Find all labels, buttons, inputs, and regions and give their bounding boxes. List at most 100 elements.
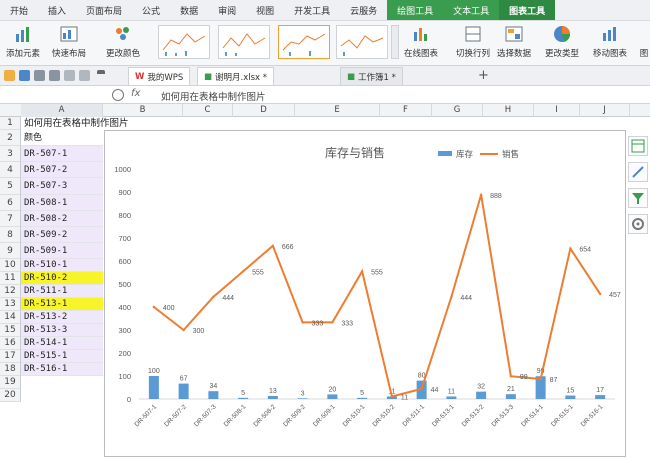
cell-a14[interactable]: DR-513-2 <box>21 311 103 324</box>
cell-a12[interactable]: DR-511-1 <box>21 285 103 298</box>
column-header-j[interactable]: J <box>580 104 630 117</box>
x-tick-label-7: DR-510-1 <box>342 403 367 428</box>
row-header-1[interactable]: 1 <box>0 117 21 130</box>
chart-style-brush-button[interactable] <box>628 162 648 182</box>
chart-style-thumb-1[interactable] <box>158 25 210 59</box>
line-point-15 <box>598 292 602 296</box>
more-ribbon-button[interactable]: 图 <box>638 24 650 59</box>
column-header-c[interactable]: C <box>183 104 233 117</box>
move-chart-button[interactable]: 移动图表 <box>593 24 627 59</box>
menu-tab-0[interactable]: 开始 <box>0 0 38 20</box>
menu-tab-1[interactable]: 插入 <box>38 0 76 20</box>
cell-a10[interactable]: DR-510-1 <box>21 259 103 272</box>
row-header-19[interactable]: 19 <box>0 376 21 389</box>
undo-icon[interactable] <box>64 70 75 81</box>
cell-a13[interactable]: DR-513-1 <box>21 298 103 311</box>
cell-a6[interactable]: DR-508-1 <box>21 195 103 211</box>
row-header-13[interactable]: 13 <box>0 298 21 311</box>
row-header-10[interactable]: 10 <box>0 259 21 272</box>
row-header-11[interactable]: 11 <box>0 272 21 285</box>
chart-style-thumb-3[interactable] <box>278 25 330 59</box>
zoom-icon[interactable] <box>112 89 124 101</box>
menu-tab-4[interactable]: 数据 <box>170 0 208 20</box>
row-header-3[interactable]: 3 <box>0 146 21 162</box>
cell-a1[interactable]: 如何用在表格中制作图片 <box>24 117 129 130</box>
cell-a18[interactable]: DR-516-1 <box>21 363 103 376</box>
cell-a5[interactable]: DR-507-3 <box>21 178 103 195</box>
add-tab-button[interactable]: + <box>478 68 489 83</box>
tab-file-1[interactable]: ■ 谢明月.xlsx * <box>197 67 275 85</box>
column-header-a[interactable]: A <box>21 104 103 117</box>
customize-icon[interactable] <box>97 70 105 81</box>
change-type-button[interactable]: 更改类型 <box>545 24 579 59</box>
cell-a11[interactable]: DR-510-2 <box>21 272 103 285</box>
menu-tab-tool-1[interactable]: 文本工具 <box>443 0 500 20</box>
menu-tab-2[interactable]: 页面布局 <box>76 0 132 20</box>
row-header-15[interactable]: 15 <box>0 324 21 337</box>
menu-tab-7[interactable]: 开发工具 <box>284 0 340 20</box>
row-header-7[interactable]: 7 <box>0 211 21 227</box>
column-header-b[interactable]: B <box>103 104 183 117</box>
change-color-button[interactable]: 更改颜色 <box>106 24 140 59</box>
cell-a17[interactable]: DR-515-1 <box>21 350 103 363</box>
row-header-6[interactable]: 6 <box>0 195 21 211</box>
online-chart-button[interactable]: 在线图表 <box>404 24 438 59</box>
column-header-h[interactable]: H <box>483 104 534 117</box>
add-element-button[interactable]: 添加元素 <box>6 24 40 59</box>
cell-a7[interactable]: DR-508-2 <box>21 211 103 227</box>
chart-canvas: 库存与销售 库存 销售 0 100 200 300 400 500 600 700 800 900 100… <box>114 145 621 428</box>
menu-tab-tool-2[interactable]: 图表工具 <box>499 0 556 20</box>
menu-tab-6[interactable]: 视图 <box>246 0 284 20</box>
tab-file-2[interactable]: ■ 工作簿1 * <box>340 67 403 85</box>
menu-tab-3[interactable]: 公式 <box>132 0 170 20</box>
column-header-f[interactable]: F <box>380 104 432 117</box>
bar-0 <box>148 376 159 399</box>
cell-a16[interactable]: DR-514-1 <box>21 337 103 350</box>
row-header-8[interactable]: 8 <box>0 227 21 243</box>
switch-rowcol-button[interactable]: 切换行列 <box>456 24 490 59</box>
row-header-4[interactable]: 4 <box>0 162 21 178</box>
open-icon[interactable] <box>4 70 15 81</box>
cell-a9[interactable]: DR-509-1 <box>21 243 103 259</box>
column-header-g[interactable]: G <box>432 104 483 117</box>
chart-elements-button[interactable] <box>628 136 648 156</box>
row-header-2[interactable]: 2 <box>0 130 21 146</box>
row-header-12[interactable]: 12 <box>0 285 21 298</box>
formula-input[interactable]: 如何用在表格中制作图片 <box>161 89 266 103</box>
column-header-d[interactable]: D <box>233 104 295 117</box>
cell-a3[interactable]: DR-507-1 <box>21 146 103 162</box>
bar-4 <box>267 396 278 399</box>
print-icon[interactable] <box>34 70 45 81</box>
redo-icon[interactable] <box>79 70 90 81</box>
row-header-20[interactable]: 20 <box>0 389 21 402</box>
row-header-16[interactable]: 16 <box>0 337 21 350</box>
row-header-14[interactable]: 14 <box>0 311 21 324</box>
chart-style-thumb-4[interactable] <box>336 25 388 59</box>
cell-a2[interactable]: 颜色 <box>21 130 103 146</box>
cell-a15[interactable]: DR-513-3 <box>21 324 103 337</box>
row-header-17[interactable]: 17 <box>0 350 21 363</box>
cell-a4[interactable]: DR-507-2 <box>21 162 103 178</box>
cell-a8[interactable]: DR-509-2 <box>21 227 103 243</box>
line-point-4 <box>271 244 275 248</box>
change-color-label[interactable]: 更改颜色 <box>106 47 140 59</box>
save-icon[interactable] <box>19 70 30 81</box>
chart-filter-button[interactable] <box>628 188 648 208</box>
row-header-9[interactable]: 9 <box>0 243 21 259</box>
chart-style-thumb-2[interactable] <box>218 25 270 59</box>
menu-tab-tool-0[interactable]: 绘图工具 <box>387 0 444 20</box>
menu-tab-8[interactable]: 云服务 <box>340 0 387 20</box>
row-header-18[interactable]: 18 <box>0 363 21 376</box>
preview-icon[interactable] <box>49 70 60 81</box>
chart-area[interactable]: 库存与销售 库存 销售 0 100 200 300 400 500 600 700 800 900 100… <box>104 130 626 457</box>
quick-layout-button[interactable]: 快速布局 <box>52 24 86 59</box>
line-point-7 <box>360 270 364 273</box>
select-data-button[interactable]: 选择数据 <box>497 24 531 59</box>
column-header-i[interactable]: I <box>534 104 580 117</box>
row-header-5[interactable]: 5 <box>0 178 21 195</box>
tab-my-wps[interactable]: W 我的WPS <box>128 67 191 85</box>
menu-tab-5[interactable]: 审阅 <box>208 0 246 20</box>
chart-settings-button[interactable] <box>628 214 648 234</box>
chart-style-scroll[interactable] <box>391 25 399 59</box>
column-header-e[interactable]: E <box>295 104 380 117</box>
